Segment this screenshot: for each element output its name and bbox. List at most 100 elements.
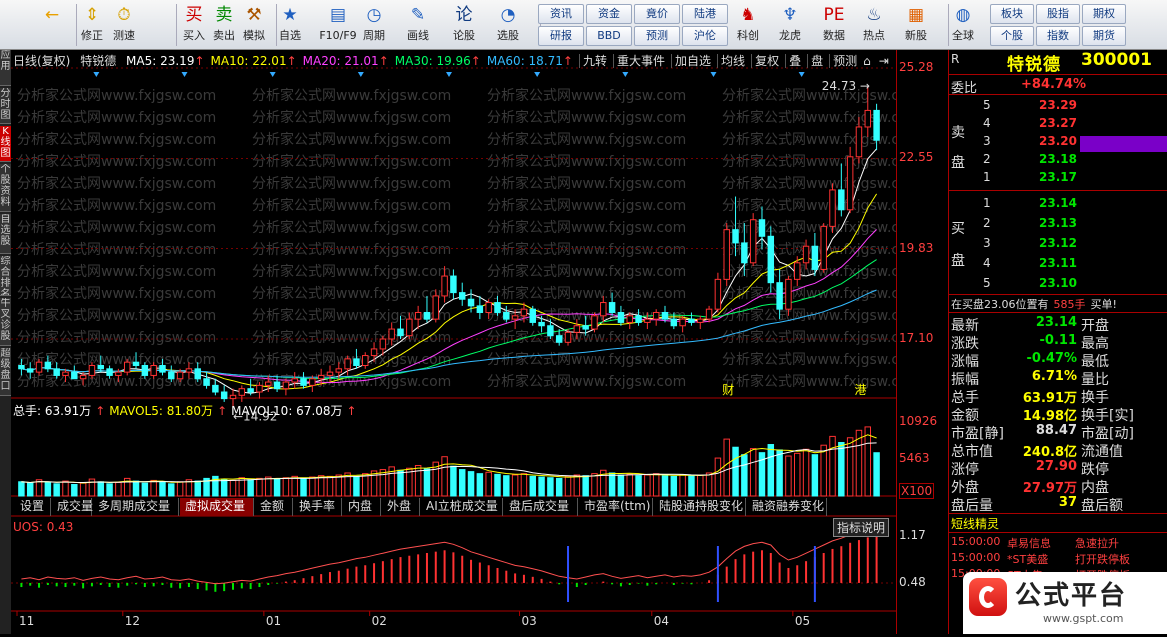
toolbar-button-自选[interactable]: ★ 自选 [275, 2, 305, 48]
candle-body[interactable] [767, 235, 775, 284]
candle-body[interactable] [547, 325, 554, 337]
toolbar-button-买入[interactable]: 买买入 [179, 2, 209, 48]
candle-body[interactable] [503, 311, 510, 320]
indicator-help-button[interactable]: 指标说明 [833, 518, 890, 537]
candle-body[interactable] [485, 302, 492, 313]
candle-body[interactable] [123, 361, 131, 373]
left-tab-自选股[interactable]: 自选股 [0, 214, 11, 254]
candle-body[interactable] [247, 388, 254, 393]
candle-body[interactable] [467, 298, 475, 307]
candle-body[interactable] [44, 361, 52, 370]
candle-body[interactable] [88, 364, 96, 376]
candle-body[interactable] [423, 311, 431, 320]
candle-body[interactable] [741, 242, 748, 264]
grid-button-个股[interactable]: 个股 [990, 26, 1034, 46]
toolbar-button-热点[interactable]: ♨ 热点 [859, 2, 889, 48]
candle-body[interactable] [344, 358, 351, 370]
candle-body[interactable] [159, 364, 166, 373]
event-triangle-icon[interactable] [534, 72, 541, 77]
indicator-tab-多周期成交量[interactable]: 多周期成交量 [93, 498, 179, 516]
grid-button-竟价[interactable]: 竟价 [634, 4, 680, 24]
toolbar-button-画线[interactable]: ✎ 画线 [403, 2, 433, 48]
candle-body[interactable] [238, 388, 246, 396]
event-triangle-icon[interactable] [93, 72, 100, 77]
candle-body[interactable] [229, 394, 237, 400]
indicator-tab-内盘[interactable]: 内盘 [343, 498, 381, 516]
event-triangle-icon[interactable] [622, 72, 629, 77]
candle-body[interactable] [697, 318, 704, 323]
candle-body[interactable] [106, 368, 113, 376]
candle-body[interactable] [450, 275, 457, 294]
candle-body[interactable] [873, 109, 880, 141]
candle-body[interactable] [582, 325, 589, 330]
left-tab-综合排名[interactable]: 综合排名 [0, 256, 11, 296]
chart-area[interactable]: 分析家公式网www.fxjgsw.com 分析家公式网www.fxjgsw.com… [11, 50, 921, 634]
toolbar-button-科创[interactable]: ♞ 科创 [733, 2, 763, 48]
candle-body[interactable] [265, 381, 272, 386]
candle-body[interactable] [291, 378, 298, 383]
next-icon[interactable]: ⇥ [879, 54, 889, 68]
candle-body[interactable] [397, 328, 404, 337]
grid-button-期权[interactable]: 期权 [1082, 4, 1126, 24]
candle-body[interactable] [608, 302, 616, 313]
grid-button-BBD[interactable]: BBD [586, 26, 632, 46]
candle-body[interactable] [300, 378, 307, 386]
chart-menu-复权[interactable]: 复权 [751, 54, 780, 68]
indicator-tab-盘后成交量[interactable]: 盘后成交量 [504, 498, 578, 516]
candle-body[interactable] [794, 262, 801, 280]
candle-body[interactable] [670, 318, 678, 327]
chart-menu-九转[interactable]: 九转 [579, 54, 608, 68]
candle-body[interactable] [644, 318, 651, 323]
candle-body[interactable] [838, 189, 845, 211]
left-tab-超级盘口[interactable]: 超级盘口 [0, 348, 11, 396]
candle-body[interactable] [132, 361, 140, 366]
candle-body[interactable] [326, 371, 334, 376]
candle-body[interactable] [749, 219, 757, 264]
grid-button-期货[interactable]: 期货 [1082, 26, 1126, 46]
candle-body[interactable] [62, 371, 69, 376]
candle-body[interactable] [71, 371, 78, 380]
candle-body[interactable] [194, 368, 201, 380]
toolbar-button-龙虎[interactable]: ♆ 龙虎 [775, 2, 805, 48]
candle-body[interactable] [732, 229, 739, 244]
candle-body[interactable] [220, 391, 228, 400]
toolbar-button-选股[interactable]: ◔ 选股 [493, 2, 523, 48]
indicator-tab-陆股通持股变化[interactable]: 陆股通持股变化 [654, 498, 746, 516]
candle-body[interactable] [476, 305, 484, 313]
candle-body[interactable] [617, 311, 625, 323]
toolbar-button-修正[interactable]: ⇕ 修正 [77, 2, 107, 48]
candle-body[interactable] [864, 109, 872, 128]
candle-body[interactable] [802, 245, 810, 264]
indicator-tab-设置[interactable]: 设置 [15, 498, 51, 516]
candle-body[interactable] [494, 302, 501, 313]
candle-body[interactable] [458, 292, 466, 300]
left-tab-应用[interactable]: 应用 [0, 50, 11, 86]
candle-body[interactable] [441, 275, 448, 297]
left-tab-分时图[interactable]: 分时图 [0, 88, 11, 124]
toolbar-button-周期[interactable]: ◷ 周期 [359, 2, 389, 48]
toolbar-button-卖出[interactable]: 卖卖出 [209, 2, 239, 48]
candle-body[interactable] [53, 368, 60, 376]
toolbar-button-模拟[interactable]: ⚒ 模拟 [239, 2, 269, 48]
candle-body[interactable] [529, 308, 536, 323]
candle-body[interactable] [309, 378, 316, 386]
indicator-tab-市盈率(ttm)[interactable]: 市盈率(ttm) [579, 498, 653, 516]
candle-body[interactable] [564, 331, 572, 343]
candle-body[interactable] [829, 189, 836, 227]
candle-body[interactable] [723, 229, 730, 280]
candle-body[interactable] [176, 371, 184, 380]
chart-menu-盘[interactable]: 盘 [807, 54, 824, 68]
candle-body[interactable] [511, 315, 519, 320]
toolbar-button-数据[interactable]: PE 数据 [819, 2, 849, 48]
candle-body[interactable] [317, 374, 325, 380]
indicator-tab-成交量[interactable]: 成交量 [52, 498, 93, 516]
candle-body[interactable] [679, 318, 686, 327]
candle-body[interactable] [370, 348, 378, 357]
toolbar-button-F10/F9[interactable]: ▤ F10/F9 [315, 2, 361, 48]
indicator-tab-融资融券变化[interactable]: 融资融券变化 [747, 498, 827, 516]
candle-body[interactable] [855, 126, 863, 158]
left-tab-K线图[interactable]: K线图 [0, 126, 11, 162]
event-triangle-icon[interactable] [446, 72, 452, 77]
candle-body[interactable] [714, 278, 722, 310]
indicator-tab-金额[interactable]: 金额 [255, 498, 293, 516]
